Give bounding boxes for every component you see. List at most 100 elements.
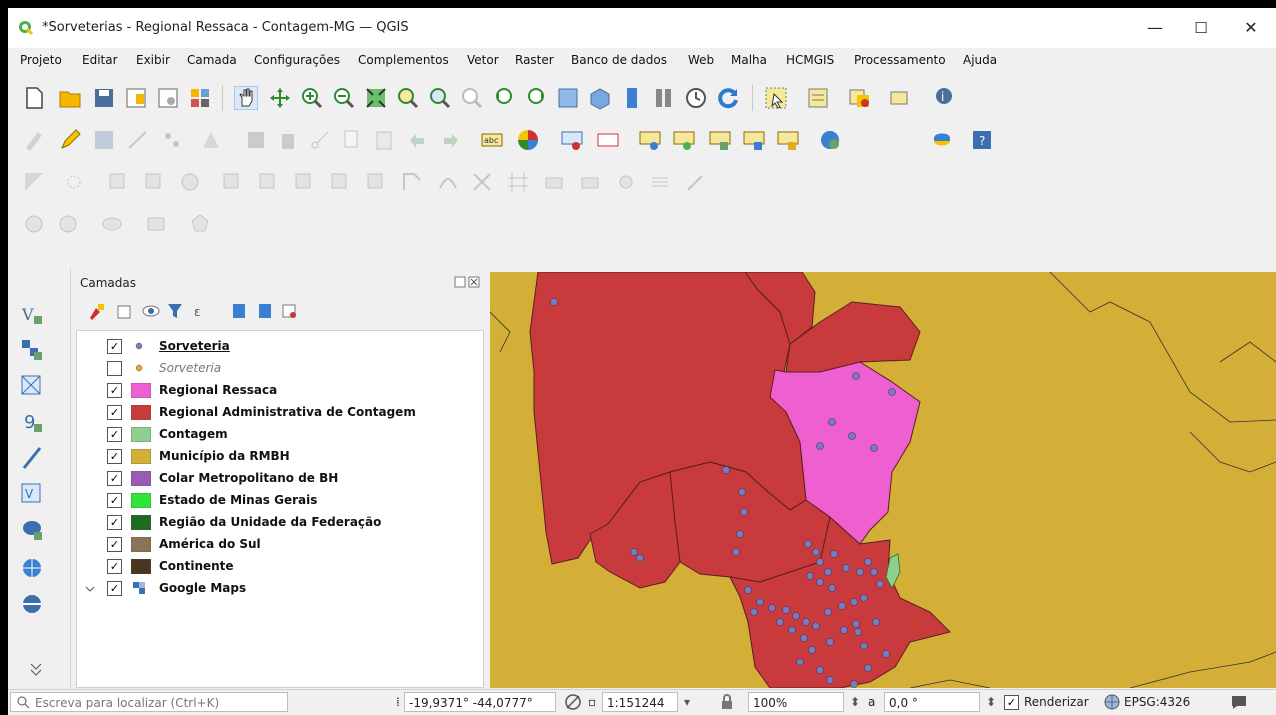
- render-checkbox[interactable]: ✓: [1004, 695, 1019, 710]
- menu-complementos[interactable]: Complementos: [358, 53, 449, 67]
- filter-legend-icon[interactable]: [166, 302, 184, 320]
- layer-visibility-checkbox[interactable]: ✓: [107, 405, 122, 420]
- close-button[interactable]: ✕: [1236, 16, 1266, 40]
- toggle-extents-icon[interactable]: [564, 693, 582, 711]
- add-spatialite-layer-icon[interactable]: [20, 446, 44, 470]
- add-wfs-layer-icon[interactable]: [20, 592, 44, 616]
- add-regular-polygon-icon[interactable]: [188, 212, 212, 236]
- crs-label[interactable]: EPSG:4326: [1124, 695, 1190, 709]
- merge-attributes-icon[interactable]: [578, 170, 602, 194]
- messages-icon[interactable]: [1230, 694, 1248, 710]
- layer-row-contagem[interactable]: ✓ Contagem: [77, 424, 481, 446]
- close-panel-icon[interactable]: [468, 276, 480, 288]
- rotation-field[interactable]: 0,0 °: [884, 692, 980, 712]
- new-spatial-bookmark-icon[interactable]: [620, 86, 644, 110]
- change-label-icon[interactable]: [776, 128, 800, 152]
- chevron-down-icon[interactable]: [24, 658, 48, 682]
- layer-row-america-do-sul[interactable]: ✓ América do Sul: [77, 534, 481, 556]
- zoom-to-selection-icon[interactable]: [396, 86, 420, 110]
- merge-features-icon[interactable]: [542, 170, 566, 194]
- pin-labels-icon[interactable]: [560, 128, 584, 152]
- new-project-icon[interactable]: [22, 86, 46, 110]
- maximize-button[interactable]: ☐: [1186, 16, 1216, 40]
- help-icon[interactable]: ?: [970, 128, 994, 152]
- select-by-value-icon[interactable]: [806, 86, 830, 110]
- label-tool-icon[interactable]: abc: [480, 128, 504, 152]
- menu-editar[interactable]: Editar: [82, 53, 118, 67]
- layer-row-sorveteria[interactable]: ✓ Sorveteria: [77, 336, 481, 358]
- move-feature-icon[interactable]: [106, 170, 130, 194]
- refresh-icon[interactable]: [716, 86, 740, 110]
- menu-configuracoes[interactable]: Configurações: [254, 53, 340, 67]
- pan-to-selection-icon[interactable]: [268, 86, 292, 110]
- layer-row-regional-ressaca[interactable]: ✓ Regional Ressaca: [77, 380, 481, 402]
- layer-visibility-checkbox[interactable]: ✓: [107, 537, 122, 552]
- fill-ring-icon[interactable]: [292, 170, 316, 194]
- scale-field[interactable]: 1:151244: [602, 692, 678, 712]
- modify-attributes-icon[interactable]: [200, 128, 224, 152]
- style-layer-icon[interactable]: [88, 302, 106, 320]
- save-edits-icon[interactable]: [92, 128, 116, 152]
- menu-raster[interactable]: Raster: [515, 53, 554, 67]
- layer-visibility-checkbox[interactable]: ✓: [107, 559, 122, 574]
- split-parts-icon[interactable]: [506, 170, 530, 194]
- layer-visibility-checkbox[interactable]: [107, 361, 122, 376]
- offset-curve-icon[interactable]: [436, 170, 460, 194]
- temporal-controller-icon[interactable]: [684, 86, 708, 110]
- layer-row-google-maps[interactable]: ✓ Google Maps: [77, 578, 481, 600]
- trash-icon[interactable]: [276, 128, 300, 152]
- collapse-all-icon[interactable]: [256, 302, 274, 320]
- layer-row-estado-mg[interactable]: ✓ Estado de Minas Gerais: [77, 490, 481, 512]
- zoom-native-icon[interactable]: [460, 86, 484, 110]
- magnifier-field[interactable]: 100%: [748, 692, 844, 712]
- layer-row-regional-administrativa[interactable]: ✓ Regional Administrativa de Contagem: [77, 402, 481, 424]
- add-circular-string-icon[interactable]: [56, 212, 80, 236]
- crs-globe-icon[interactable]: [1104, 694, 1120, 710]
- map-render[interactable]: [490, 272, 1276, 688]
- split-features-icon[interactable]: [470, 170, 494, 194]
- menu-processamento[interactable]: Processamento: [854, 53, 946, 67]
- offset-point-symbols-icon[interactable]: [648, 170, 672, 194]
- show-hide-labels-icon[interactable]: [638, 128, 662, 152]
- add-ellipse-icon[interactable]: [100, 212, 124, 236]
- minimize-button[interactable]: —: [1140, 16, 1170, 40]
- menu-ajuda[interactable]: Ajuda: [963, 53, 997, 67]
- add-part-icon[interactable]: [256, 170, 280, 194]
- layer-row-municipio-rmbh[interactable]: ✓ Município da RMBH: [77, 446, 481, 468]
- add-mesh-layer-icon[interactable]: [20, 374, 44, 398]
- move-label-icon[interactable]: [708, 128, 732, 152]
- menu-web[interactable]: Web: [688, 53, 714, 67]
- pan-map-icon[interactable]: [234, 86, 258, 110]
- add-rectangle-icon[interactable]: [144, 212, 168, 236]
- zoom-in-icon[interactable]: [300, 86, 324, 110]
- cut-features-icon[interactable]: [308, 128, 332, 152]
- rotate-feature-icon[interactable]: [142, 170, 166, 194]
- select-location-icon[interactable]: [888, 86, 912, 110]
- identify-features-icon[interactable]: i: [934, 86, 958, 110]
- locator-search-input[interactable]: Escreva para localizar (Ctrl+K): [10, 692, 288, 712]
- layer-visibility-checkbox[interactable]: ✓: [107, 339, 122, 354]
- layer-visibility-checkbox[interactable]: ✓: [107, 449, 122, 464]
- menu-projeto[interactable]: Projeto: [20, 53, 62, 67]
- add-group-icon[interactable]: [116, 302, 134, 320]
- diagram-icon[interactable]: [516, 128, 540, 152]
- copy-features-icon[interactable]: [340, 128, 364, 152]
- menu-malha[interactable]: Malha: [731, 53, 767, 67]
- zoom-out-icon[interactable]: [332, 86, 356, 110]
- add-ring-icon[interactable]: [220, 170, 244, 194]
- vertex-tool-icon[interactable]: [160, 128, 184, 152]
- trim-extend-icon[interactable]: [684, 170, 708, 194]
- coordinate-field[interactable]: -19,9371° -44,0777°: [404, 692, 556, 712]
- advanced-digitizing-icon[interactable]: [22, 170, 46, 194]
- layer-visibility-checkbox[interactable]: ✓: [107, 581, 122, 596]
- new-map-view-icon[interactable]: [556, 86, 580, 110]
- rotate-label-icon[interactable]: [742, 128, 766, 152]
- python-console-icon[interactable]: [930, 128, 954, 152]
- highlight-pinned-labels-icon[interactable]: [596, 128, 620, 152]
- rotation-spin-icon[interactable]: ⬍: [986, 695, 996, 709]
- digitize-line-icon[interactable]: [126, 128, 150, 152]
- menu-vetor[interactable]: Vetor: [467, 53, 499, 67]
- layout-manager-icon[interactable]: [156, 86, 180, 110]
- collapse-arrow-icon[interactable]: [85, 584, 95, 594]
- web-services-icon[interactable]: [818, 128, 842, 152]
